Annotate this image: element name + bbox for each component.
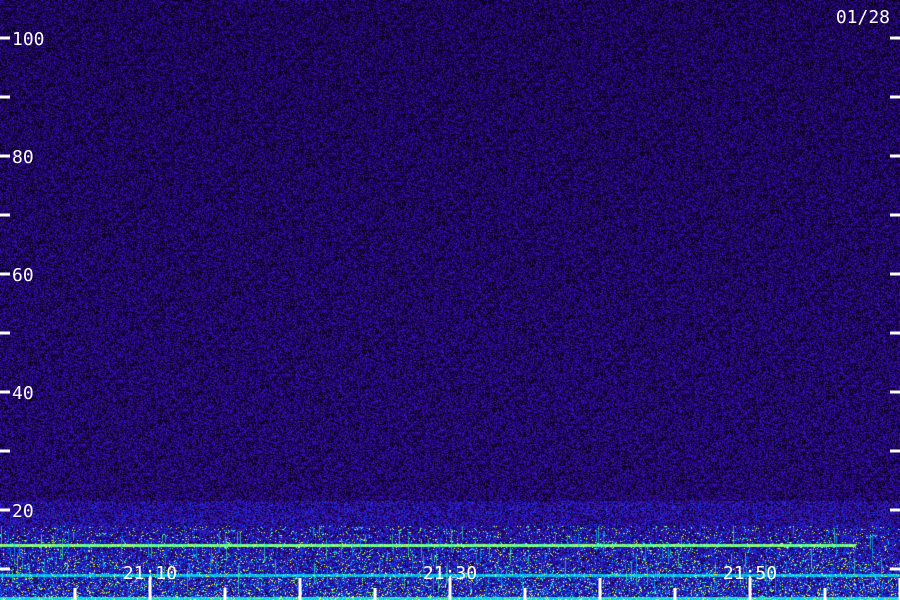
date-label: 01/28 [836, 7, 890, 28]
y-axis: 20 40 60 80 100 [0, 29, 900, 571]
chart-overlay: 20 40 60 80 100 21:10 21:30 21:50 01/28 [0, 7, 900, 600]
x-tick-label: 21:10 [123, 563, 177, 584]
x-axis: 21:10 21:30 21:50 [73, 563, 900, 600]
y-tick-label: 40 [12, 383, 34, 404]
x-tick-label: 21:50 [723, 563, 777, 584]
x-tick-label: 21:30 [423, 563, 477, 584]
y-tick-label: 60 [12, 265, 34, 286]
y-tick-label: 20 [12, 501, 34, 522]
y-tick-label: 80 [12, 147, 34, 168]
y-tick-label: 100 [12, 29, 45, 50]
